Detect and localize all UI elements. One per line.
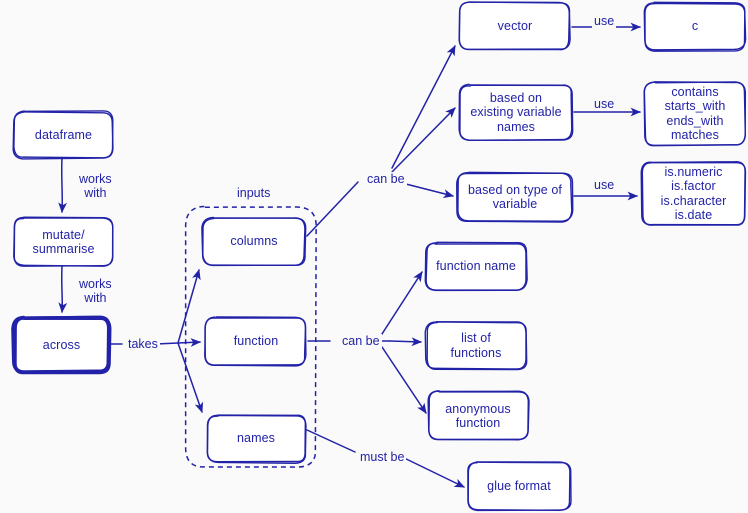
- node-c[interactable]: c: [645, 3, 745, 50]
- node-label-function: function: [233, 333, 279, 348]
- edge-label-use-2: use: [592, 97, 617, 111]
- edge-label-must-be: must be: [358, 450, 407, 464]
- node-names[interactable]: names: [207, 415, 305, 462]
- edge-label-works-with-1: works with: [77, 172, 114, 200]
- node-glue[interactable]: glue format: [468, 462, 570, 510]
- node-dataframe[interactable]: dataframe: [14, 112, 113, 158]
- node-existing[interactable]: based on existing variable names: [460, 85, 572, 140]
- node-label-columns: columns: [230, 234, 278, 249]
- node-label-typeof: based on type of variable: [467, 182, 563, 212]
- edge-label-use-1: use: [592, 14, 617, 28]
- edge-label-can-be-mid: can be: [340, 334, 382, 348]
- node-label-glue: glue format: [487, 478, 551, 493]
- connector-canbe-existing: [391, 107, 456, 173]
- connector-canbe-listfuncs: [389, 337, 423, 347]
- edge-label-can-be-top: can be: [365, 172, 407, 186]
- node-vector[interactable]: vector: [460, 3, 570, 50]
- connector-canbe-anonfunc: [381, 346, 427, 414]
- diagram-canvas: dataframe mutate/summarise across columns fu…: [0, 0, 748, 513]
- node-label-predicates: is.numeric is.factor is.character is.date: [660, 164, 727, 223]
- connector-mutate-across: [58, 265, 68, 314]
- connector-dataframe-mutate: [58, 157, 67, 214]
- edge-label-use-3: use: [592, 178, 617, 192]
- connector-names-mustbe: [306, 429, 356, 453]
- node-predicates[interactable]: is.numeric is.factor is.character is.date: [642, 162, 745, 225]
- node-label-dataframe: dataframe: [34, 127, 93, 142]
- connector-takes-names: [177, 342, 204, 413]
- node-across[interactable]: across: [14, 318, 109, 372]
- node-function[interactable]: function: [206, 317, 306, 365]
- node-listfuncs[interactable]: list of functions: [426, 322, 526, 369]
- node-label-selectors: contains starts_with ends_with matches: [664, 84, 726, 143]
- connector-columns-hub: [306, 181, 359, 237]
- node-label-vector: vector: [497, 19, 533, 34]
- connector-takes-columns: [177, 268, 201, 344]
- node-columns[interactable]: columns: [203, 218, 305, 265]
- node-label-listfuncs: list of functions: [450, 331, 502, 360]
- node-funcname[interactable]: function name: [426, 243, 526, 290]
- node-outlines: [11, 1, 747, 512]
- edge-label-works-with-2: works with: [77, 277, 114, 305]
- group-label-inputs-group: inputs: [234, 186, 274, 200]
- connector-takes-function: [177, 338, 202, 347]
- connector-canbe-funcname: [379, 271, 423, 338]
- node-label-mutate: mutate/summarise: [32, 227, 95, 257]
- node-label-anonfunc: anonymous function: [445, 401, 511, 431]
- node-label-c: c: [691, 19, 699, 34]
- node-label-funcname: function name: [436, 259, 516, 274]
- node-selectors[interactable]: contains starts_with ends_with matches: [645, 82, 745, 145]
- node-label-existing: based on existing variable names: [470, 90, 562, 134]
- edge-label-takes: takes: [126, 337, 160, 351]
- connector-mustbe-glue: [397, 454, 465, 488]
- node-label-names: names: [236, 431, 276, 446]
- node-mutate[interactable]: mutate/summarise: [14, 218, 113, 266]
- node-typeof[interactable]: based on type of variable: [458, 173, 572, 221]
- connector-canbe-vector: [391, 45, 456, 169]
- node-anonfunc[interactable]: anonymous function: [428, 392, 528, 440]
- node-label-across: across: [42, 337, 81, 352]
